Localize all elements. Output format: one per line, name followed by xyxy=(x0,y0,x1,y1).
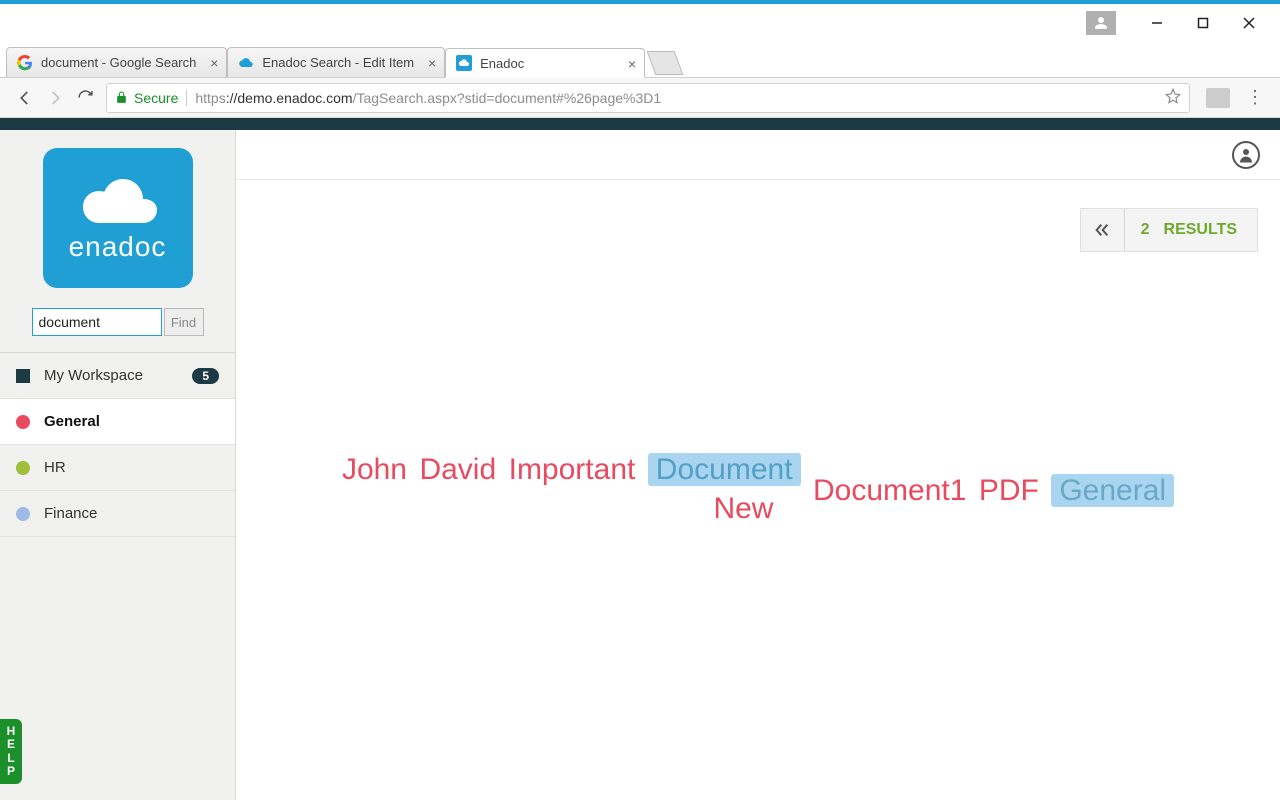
search-area: Find xyxy=(0,302,235,352)
help-widget[interactable]: H E L P xyxy=(0,719,22,784)
extension-icon[interactable] xyxy=(1206,88,1230,108)
tag-general[interactable]: General xyxy=(1051,474,1174,507)
content-area: 2RESULTS John David Important Document N… xyxy=(236,130,1280,800)
browser-menu-icon[interactable]: ⋮ xyxy=(1240,87,1270,108)
window-controls xyxy=(0,4,1280,42)
dot-icon xyxy=(16,415,30,429)
google-favicon xyxy=(17,55,33,71)
nav-list: My Workspace 5 General HR Finance xyxy=(0,352,235,537)
profile-icon[interactable] xyxy=(1232,141,1260,169)
sidebar: enadoc Find My Workspace 5 General HR xyxy=(0,130,236,800)
tag-document[interactable]: Document xyxy=(648,453,801,486)
enadoc-logo[interactable]: enadoc xyxy=(43,148,193,288)
window-maximize-button[interactable] xyxy=(1180,8,1226,38)
new-tab-button[interactable] xyxy=(647,51,684,75)
enadoc-favicon xyxy=(456,55,472,71)
tag-document1[interactable]: Document1 xyxy=(813,474,966,507)
tab-label: Enadoc Search - Edit Item xyxy=(262,55,414,70)
chrome-user-icon[interactable] xyxy=(1086,11,1116,35)
back-button[interactable] xyxy=(10,83,40,113)
logo-area: enadoc xyxy=(0,130,235,302)
search-input[interactable] xyxy=(32,308,162,336)
find-button[interactable]: Find xyxy=(164,308,204,336)
tag-david[interactable]: David xyxy=(419,453,496,486)
dot-icon xyxy=(16,507,30,521)
sidebar-item-my-workspace[interactable]: My Workspace 5 xyxy=(0,353,235,399)
sidebar-item-label: Finance xyxy=(44,505,97,522)
badge: 5 xyxy=(192,368,219,384)
logo-text: enadoc xyxy=(69,231,167,263)
tag-important[interactable]: Important xyxy=(509,453,636,486)
dot-icon xyxy=(16,461,30,475)
window-close-button[interactable] xyxy=(1226,8,1272,38)
sidebar-item-label: HR xyxy=(44,459,66,476)
tag-john[interactable]: John xyxy=(342,453,407,486)
secure-indicator: Secure xyxy=(115,90,187,106)
browser-tabs: document - Google Search × Enadoc Search… xyxy=(0,42,1280,78)
secure-label: Secure xyxy=(134,90,178,106)
close-icon[interactable]: × xyxy=(628,56,636,72)
sidebar-item-label: General xyxy=(44,413,100,430)
tab-label: document - Google Search xyxy=(41,55,196,70)
address-bar-row: Secure https://demo.enadoc.com/TagSearch… xyxy=(0,78,1280,118)
sidebar-item-finance[interactable]: Finance xyxy=(0,491,235,537)
results-count: 2RESULTS xyxy=(1125,221,1257,239)
tab-label: Enadoc xyxy=(480,56,524,71)
square-icon xyxy=(16,369,30,383)
enadoc-favicon xyxy=(238,55,254,71)
results-bar: 2RESULTS xyxy=(1080,208,1258,252)
window-minimize-button[interactable] xyxy=(1134,8,1180,38)
sidebar-item-hr[interactable]: HR xyxy=(0,445,235,491)
forward-button[interactable] xyxy=(40,83,70,113)
sidebar-item-general[interactable]: General xyxy=(0,399,235,445)
close-icon[interactable]: × xyxy=(210,55,218,71)
tag-new[interactable]: New xyxy=(713,492,773,525)
tab-enadoc-active[interactable]: Enadoc × xyxy=(445,48,645,78)
close-icon[interactable]: × xyxy=(428,55,436,71)
bookmark-star-icon[interactable] xyxy=(1165,88,1181,107)
app-top-bar xyxy=(0,118,1280,130)
collapse-button[interactable] xyxy=(1081,209,1125,251)
url-input[interactable]: Secure https://demo.enadoc.com/TagSearch… xyxy=(106,83,1190,113)
reload-button[interactable] xyxy=(70,83,100,113)
sidebar-item-label: My Workspace xyxy=(44,367,143,384)
url-text: https://demo.enadoc.com/TagSearch.aspx?s… xyxy=(195,90,661,106)
content-header xyxy=(236,130,1280,180)
cloud-icon xyxy=(73,173,163,227)
tab-enadoc-edit[interactable]: Enadoc Search - Edit Item × xyxy=(227,47,445,77)
tag-cloud: John David Important Document New Docume… xyxy=(296,450,1220,528)
tab-google-search[interactable]: document - Google Search × xyxy=(6,47,227,77)
tag-pdf[interactable]: PDF xyxy=(979,474,1039,507)
